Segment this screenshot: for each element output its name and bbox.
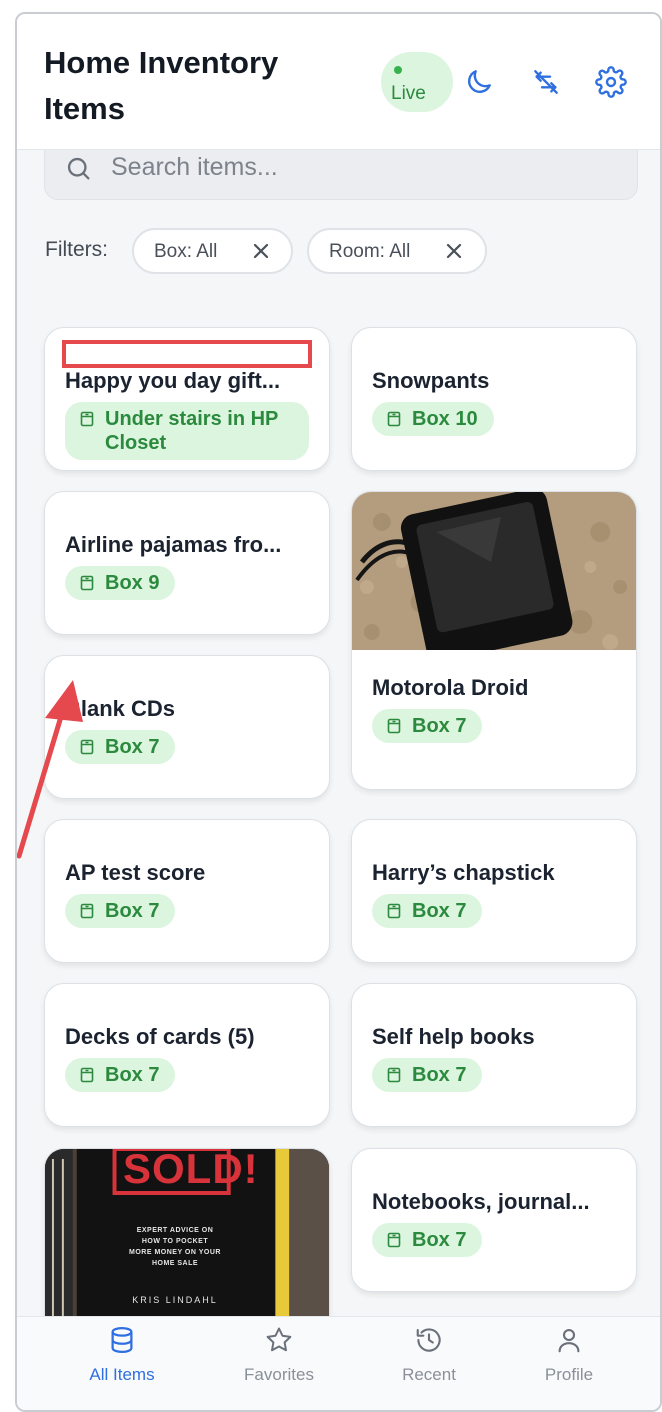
user-icon [558, 1328, 580, 1353]
nav-label: Profile [544, 1365, 594, 1384]
box-icon [387, 411, 401, 427]
filter-chip-box[interactable]: Box: All [132, 228, 293, 274]
location-label: Box 10 [412, 408, 478, 430]
gear-icon[interactable] [595, 66, 627, 98]
nav-label: Recent [402, 1365, 456, 1384]
sync-off-icon[interactable] [530, 66, 562, 98]
history-icon [416, 1328, 441, 1352]
database-icon [111, 1327, 133, 1354]
item-photo [352, 492, 636, 650]
nav-item-favorites[interactable]: Favorites [204, 1317, 354, 1410]
item-name: Harry’s chapstick [372, 860, 555, 885]
filters-label: Filters: [45, 238, 108, 261]
location-label: Box 7 [412, 900, 467, 922]
item-name: Snowpants [372, 368, 490, 393]
filter-chip-room-label: Room: All [329, 241, 411, 262]
book-subtitle: EXPERT ADVICE ON HOW TO POCKET MORE MONE… [85, 1225, 265, 1269]
item-name: Motorola Droid [372, 675, 529, 700]
nav-item-all-items[interactable]: All Items [47, 1317, 197, 1410]
location-label: Box 7 [412, 1064, 467, 1086]
book-subtitle-line: HOME SALE [151, 1260, 199, 1267]
item-card[interactable]: Notebooks, journal... Box 7 [351, 1148, 637, 1292]
close-icon[interactable] [442, 239, 466, 263]
box-icon [387, 903, 401, 919]
item-name: Self help books [372, 1024, 535, 1049]
item-name: Blank CDs [65, 696, 176, 721]
item-card[interactable]: Harry’s chapstick Box 7 [351, 819, 637, 963]
item-card[interactable]: AP test score Box 7 [44, 819, 330, 963]
item-name: Happy you day gift... [65, 368, 281, 393]
location-badge: Box 7 [372, 894, 483, 928]
location-label: Box 9 [105, 572, 160, 594]
location-label: Under stairs in HP Closet [105, 408, 279, 454]
box-icon [387, 718, 401, 734]
box-icon [80, 411, 94, 427]
item-card[interactable]: Decks of cards (5) Box 7 [44, 983, 330, 1127]
item-name: Decks of cards (5) [65, 1024, 255, 1049]
location-badge: Box 7 [372, 709, 483, 743]
location-badge: Under stairs in HP Closet [65, 402, 309, 460]
filter-chip-room[interactable]: Room: All [307, 228, 487, 274]
book-title: SOLD! [123, 1148, 259, 1192]
filter-chip-box-label: Box: All [154, 241, 218, 262]
box-icon [80, 903, 94, 919]
moon-icon[interactable] [463, 66, 495, 98]
location-label: Box 7 [105, 1064, 160, 1086]
close-icon[interactable] [249, 239, 273, 263]
location-badge: Box 7 [65, 1058, 176, 1092]
bottom-nav: All Items Favorites Recent Profile [17, 1316, 660, 1410]
search-input[interactable] [111, 149, 611, 185]
location-badge: Box 7 [65, 894, 176, 928]
box-icon [80, 1067, 94, 1083]
book-subtitle-line: HOW TO POCKET [141, 1238, 209, 1245]
live-dot-icon [394, 66, 402, 74]
item-card[interactable]: Self help books Box 7 [351, 983, 637, 1127]
item-name: AP test score [65, 860, 206, 885]
item-card[interactable]: Snowpants Box 10 [351, 327, 637, 471]
item-name: Airline pajamas fro... [65, 532, 282, 557]
location-badge: Box 9 [65, 566, 176, 600]
nav-item-profile[interactable]: Profile [494, 1317, 644, 1410]
item-card[interactable]: Motorola Droid Box 7 [351, 491, 637, 790]
item-name: Notebooks, journal... [372, 1189, 590, 1214]
location-label: Box 7 [105, 900, 160, 922]
location-label: Box 7 [412, 1229, 467, 1251]
location-label: Box 7 [412, 715, 467, 737]
book-author: KRIS LINDAHL [132, 1295, 218, 1305]
search-icon [67, 157, 90, 180]
star-icon [266, 1327, 292, 1352]
app-screen: Home Inventory Items Live Filters: Box: … [15, 12, 662, 1412]
location-badge: Box 7 [372, 1223, 483, 1257]
live-label: Live [391, 83, 426, 104]
item-card[interactable]: Airline pajamas fro... Box 9 [44, 491, 330, 635]
location-label: Box 7 [105, 736, 160, 758]
annotation-highlight-box [62, 340, 312, 368]
box-icon [387, 1067, 401, 1083]
location-badge: Box 7 [65, 730, 176, 764]
box-icon [80, 575, 94, 591]
nav-label: All Items [89, 1365, 155, 1384]
book-subtitle-line: MORE MONEY ON YOUR [129, 1249, 221, 1256]
book-subtitle-line: EXPERT ADVICE ON [136, 1227, 214, 1234]
app-header: Home Inventory Items Live [17, 14, 660, 150]
location-badge: Box 7 [372, 1058, 483, 1092]
location-badge: Box 10 [372, 402, 494, 436]
page-title: Home Inventory Items [44, 45, 279, 126]
item-card[interactable]: Blank CDs Box 7 [44, 655, 330, 799]
nav-item-recent[interactable]: Recent [354, 1317, 504, 1410]
nav-label: Favorites [244, 1365, 314, 1384]
box-icon [80, 739, 94, 755]
live-status-badge: Live [381, 52, 453, 112]
box-icon [387, 1232, 401, 1248]
